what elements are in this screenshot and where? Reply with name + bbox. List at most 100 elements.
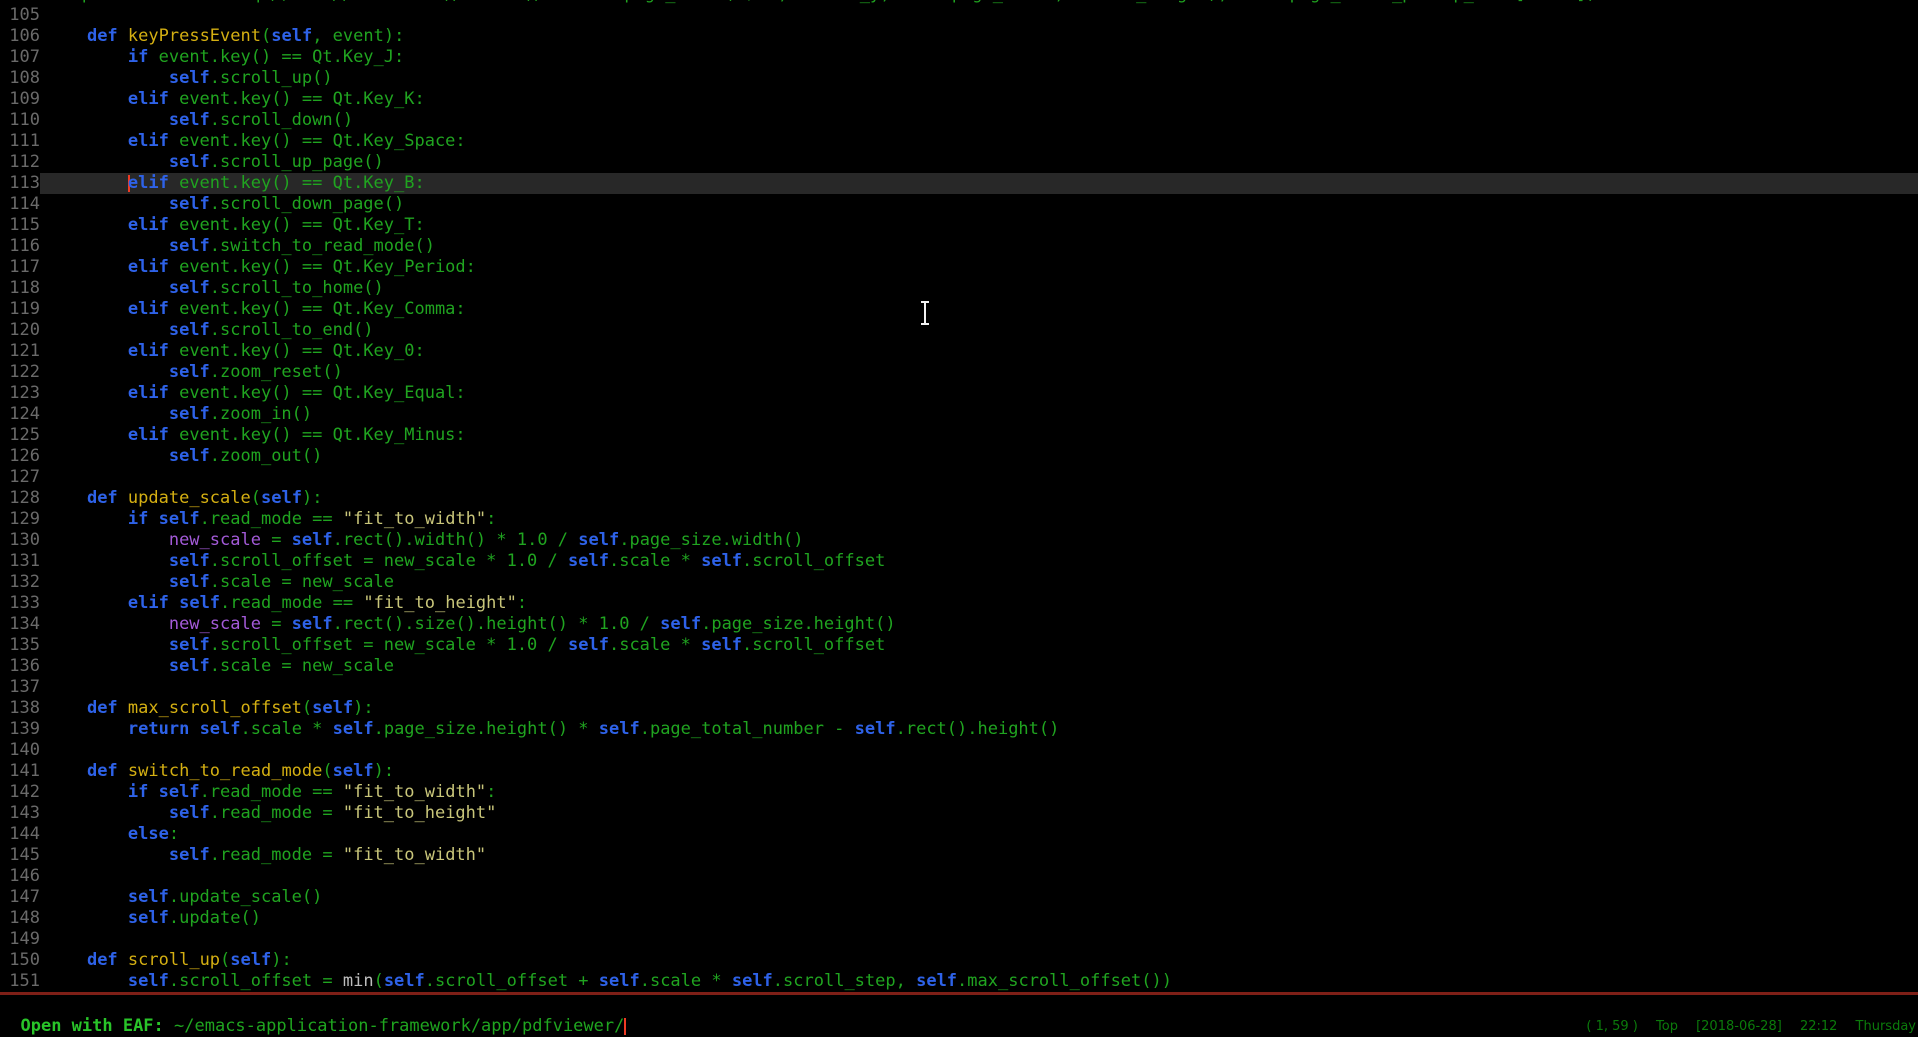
code-line[interactable]: 114 self.scroll_down_page() [0, 194, 1918, 215]
line-number: 130 [0, 530, 40, 551]
code-line[interactable]: 135 self.scroll_offset = new_scale * 1.0… [0, 635, 1918, 656]
line-number: 128 [0, 488, 40, 509]
code-text: self.update() [40, 908, 1918, 929]
code-line[interactable]: 144 else: [0, 824, 1918, 845]
code-line[interactable]: 136 self.scale = new_scale [0, 656, 1918, 677]
code-line[interactable]: 110 self.scroll_down() [0, 110, 1918, 131]
code-line[interactable]: 141 def switch_to_read_mode(self): [0, 761, 1918, 782]
code-text: self.scale = new_scale [40, 572, 1918, 593]
code-line[interactable]: 126 self.zoom_out() [0, 446, 1918, 467]
code-line[interactable]: 147 self.update_scale() [0, 887, 1918, 908]
code-line[interactable]: 134 new_scale = self.rect().size().heigh… [0, 614, 1918, 635]
code-line[interactable]: 115 elif event.key() == Qt.Key_T: [0, 215, 1918, 236]
code-line[interactable]: 137 [0, 677, 1918, 698]
line-number: 116 [0, 236, 40, 257]
code-text [40, 929, 1918, 950]
code-line[interactable]: 139 return self.scale * self.page_size.h… [0, 719, 1918, 740]
code-line[interactable]: 111 elif event.key() == Qt.Key_Space: [0, 131, 1918, 152]
line-number: 148 [0, 908, 40, 929]
code-text: elif event.key() == Qt.Key_B: [40, 173, 1918, 194]
code-line[interactable]: 116 self.switch_to_read_mode() [0, 236, 1918, 257]
line-number: 141 [0, 761, 40, 782]
code-text: return self.scale * self.page_size.heigh… [40, 719, 1918, 740]
line-number: 109 [0, 89, 40, 110]
code-line[interactable]: 124 self.zoom_in() [0, 404, 1918, 425]
code-line[interactable]: 107 if event.key() == Qt.Key_J: [0, 47, 1918, 68]
line-number: 124 [0, 404, 40, 425]
code-line[interactable]: 121 elif event.key() == Qt.Key_0: [0, 341, 1918, 362]
code-line[interactable]: 108 self.scroll_up() [0, 68, 1918, 89]
code-line[interactable]: 151 self.scroll_offset = min(self.scroll… [0, 971, 1918, 992]
code-line[interactable]: 145 self.read_mode = "fit_to_width" [0, 845, 1918, 866]
line-number: 110 [0, 110, 40, 131]
code-line[interactable]: 106 def keyPressEvent(self, event): [0, 26, 1918, 47]
tray-cursor-position: ( 1, 59 ) [1586, 1019, 1638, 1034]
line-number: 106 [0, 26, 40, 47]
line-number: 127 [0, 467, 40, 488]
code-line[interactable]: 119 elif event.key() == Qt.Key_Comma: [0, 299, 1918, 320]
line-number: 114 [0, 194, 40, 215]
code-text: elif self.read_mode == "fit_to_height": [40, 593, 1918, 614]
line-number: 146 [0, 866, 40, 887]
code-text: self.read_mode = "fit_to_height" [40, 803, 1918, 824]
code-line[interactable]: 128 def update_scale(self): [0, 488, 1918, 509]
code-line[interactable]: 140 [0, 740, 1918, 761]
code-line[interactable]: 122 self.zoom_reset() [0, 362, 1918, 383]
line-number: 150 [0, 950, 40, 971]
line-number: 108 [0, 68, 40, 89]
code-line[interactable]: 118 self.scroll_to_home() [0, 278, 1918, 299]
line-number: 115 [0, 215, 40, 236]
line-number: 123 [0, 383, 40, 404]
code-text: elif event.key() == Qt.Key_Period: [40, 257, 1918, 278]
line-number: 118 [0, 278, 40, 299]
code-text: self.scroll_up() [40, 68, 1918, 89]
code-line[interactable]: 149 [0, 929, 1918, 950]
code-text: def scroll_up(self): [40, 950, 1918, 971]
code-text: if self.read_mode == "fit_to_width": [40, 509, 1918, 530]
code-line[interactable]: 148 self.update() [0, 908, 1918, 929]
code-line[interactable]: 112 self.scroll_up_page() [0, 152, 1918, 173]
code-text: self.zoom_out() [40, 446, 1918, 467]
line-number: 133 [0, 593, 40, 614]
line-number: 144 [0, 824, 40, 845]
line-number: 134 [0, 614, 40, 635]
code-line[interactable]: 131 self.scroll_offset = new_scale * 1.0… [0, 551, 1918, 572]
code-line[interactable]: 123 elif event.key() == Qt.Key_Equal: [0, 383, 1918, 404]
minibuffer[interactable]: Open with EAF: ~/emacs-application-frame… [0, 995, 1918, 1016]
code-text: self.scroll_down_page() [40, 194, 1918, 215]
code-text: if event.key() == Qt.Key_J: [40, 47, 1918, 68]
code-text: def max_scroll_offset(self): [40, 698, 1918, 719]
code-line[interactable]: 138 def max_scroll_offset(self): [0, 698, 1918, 719]
code-line[interactable]: 109 elif event.key() == Qt.Key_K: [0, 89, 1918, 110]
tray-date: [2018-06-28] [1696, 1019, 1782, 1034]
line-number: 107 [0, 47, 40, 68]
code-line[interactable]: 120 self.scroll_to_end() [0, 320, 1918, 341]
line-number: 105 [0, 5, 40, 26]
code-buffer[interactable]: painter.drawPixmap(QRect((self.rect().wi… [0, 0, 1918, 992]
line-number: 149 [0, 929, 40, 950]
code-line[interactable]: 127 [0, 467, 1918, 488]
code-text: elif event.key() == Qt.Key_0: [40, 341, 1918, 362]
code-line[interactable]: 150 def scroll_up(self): [0, 950, 1918, 971]
code-line[interactable]: 129 if self.read_mode == "fit_to_width": [0, 509, 1918, 530]
code-text: elif event.key() == Qt.Key_Space: [40, 131, 1918, 152]
code-text: if self.read_mode == "fit_to_width": [40, 782, 1918, 803]
code-text: def update_scale(self): [40, 488, 1918, 509]
line-number: 117 [0, 257, 40, 278]
code-text: self.update_scale() [40, 887, 1918, 908]
code-line[interactable]: 117 elif event.key() == Qt.Key_Period: [0, 257, 1918, 278]
code-line[interactable]: 133 elif self.read_mode == "fit_to_heigh… [0, 593, 1918, 614]
code-text: elif event.key() == Qt.Key_K: [40, 89, 1918, 110]
code-line[interactable]: 113 elif event.key() == Qt.Key_B: [0, 173, 1918, 194]
code-line[interactable]: 142 if self.read_mode == "fit_to_width": [0, 782, 1918, 803]
code-line[interactable]: 125 elif event.key() == Qt.Key_Minus: [0, 425, 1918, 446]
code-line[interactable]: 146 [0, 866, 1918, 887]
line-number: 139 [0, 719, 40, 740]
code-text: elif event.key() == Qt.Key_Minus: [40, 425, 1918, 446]
code-line[interactable]: 143 self.read_mode = "fit_to_height" [0, 803, 1918, 824]
line-number: 120 [0, 320, 40, 341]
mouse-ibeam-cursor [918, 300, 932, 326]
code-line[interactable]: 130 new_scale = self.rect().width() * 1.… [0, 530, 1918, 551]
code-line[interactable]: 132 self.scale = new_scale [0, 572, 1918, 593]
code-line[interactable]: 105 [0, 5, 1918, 26]
